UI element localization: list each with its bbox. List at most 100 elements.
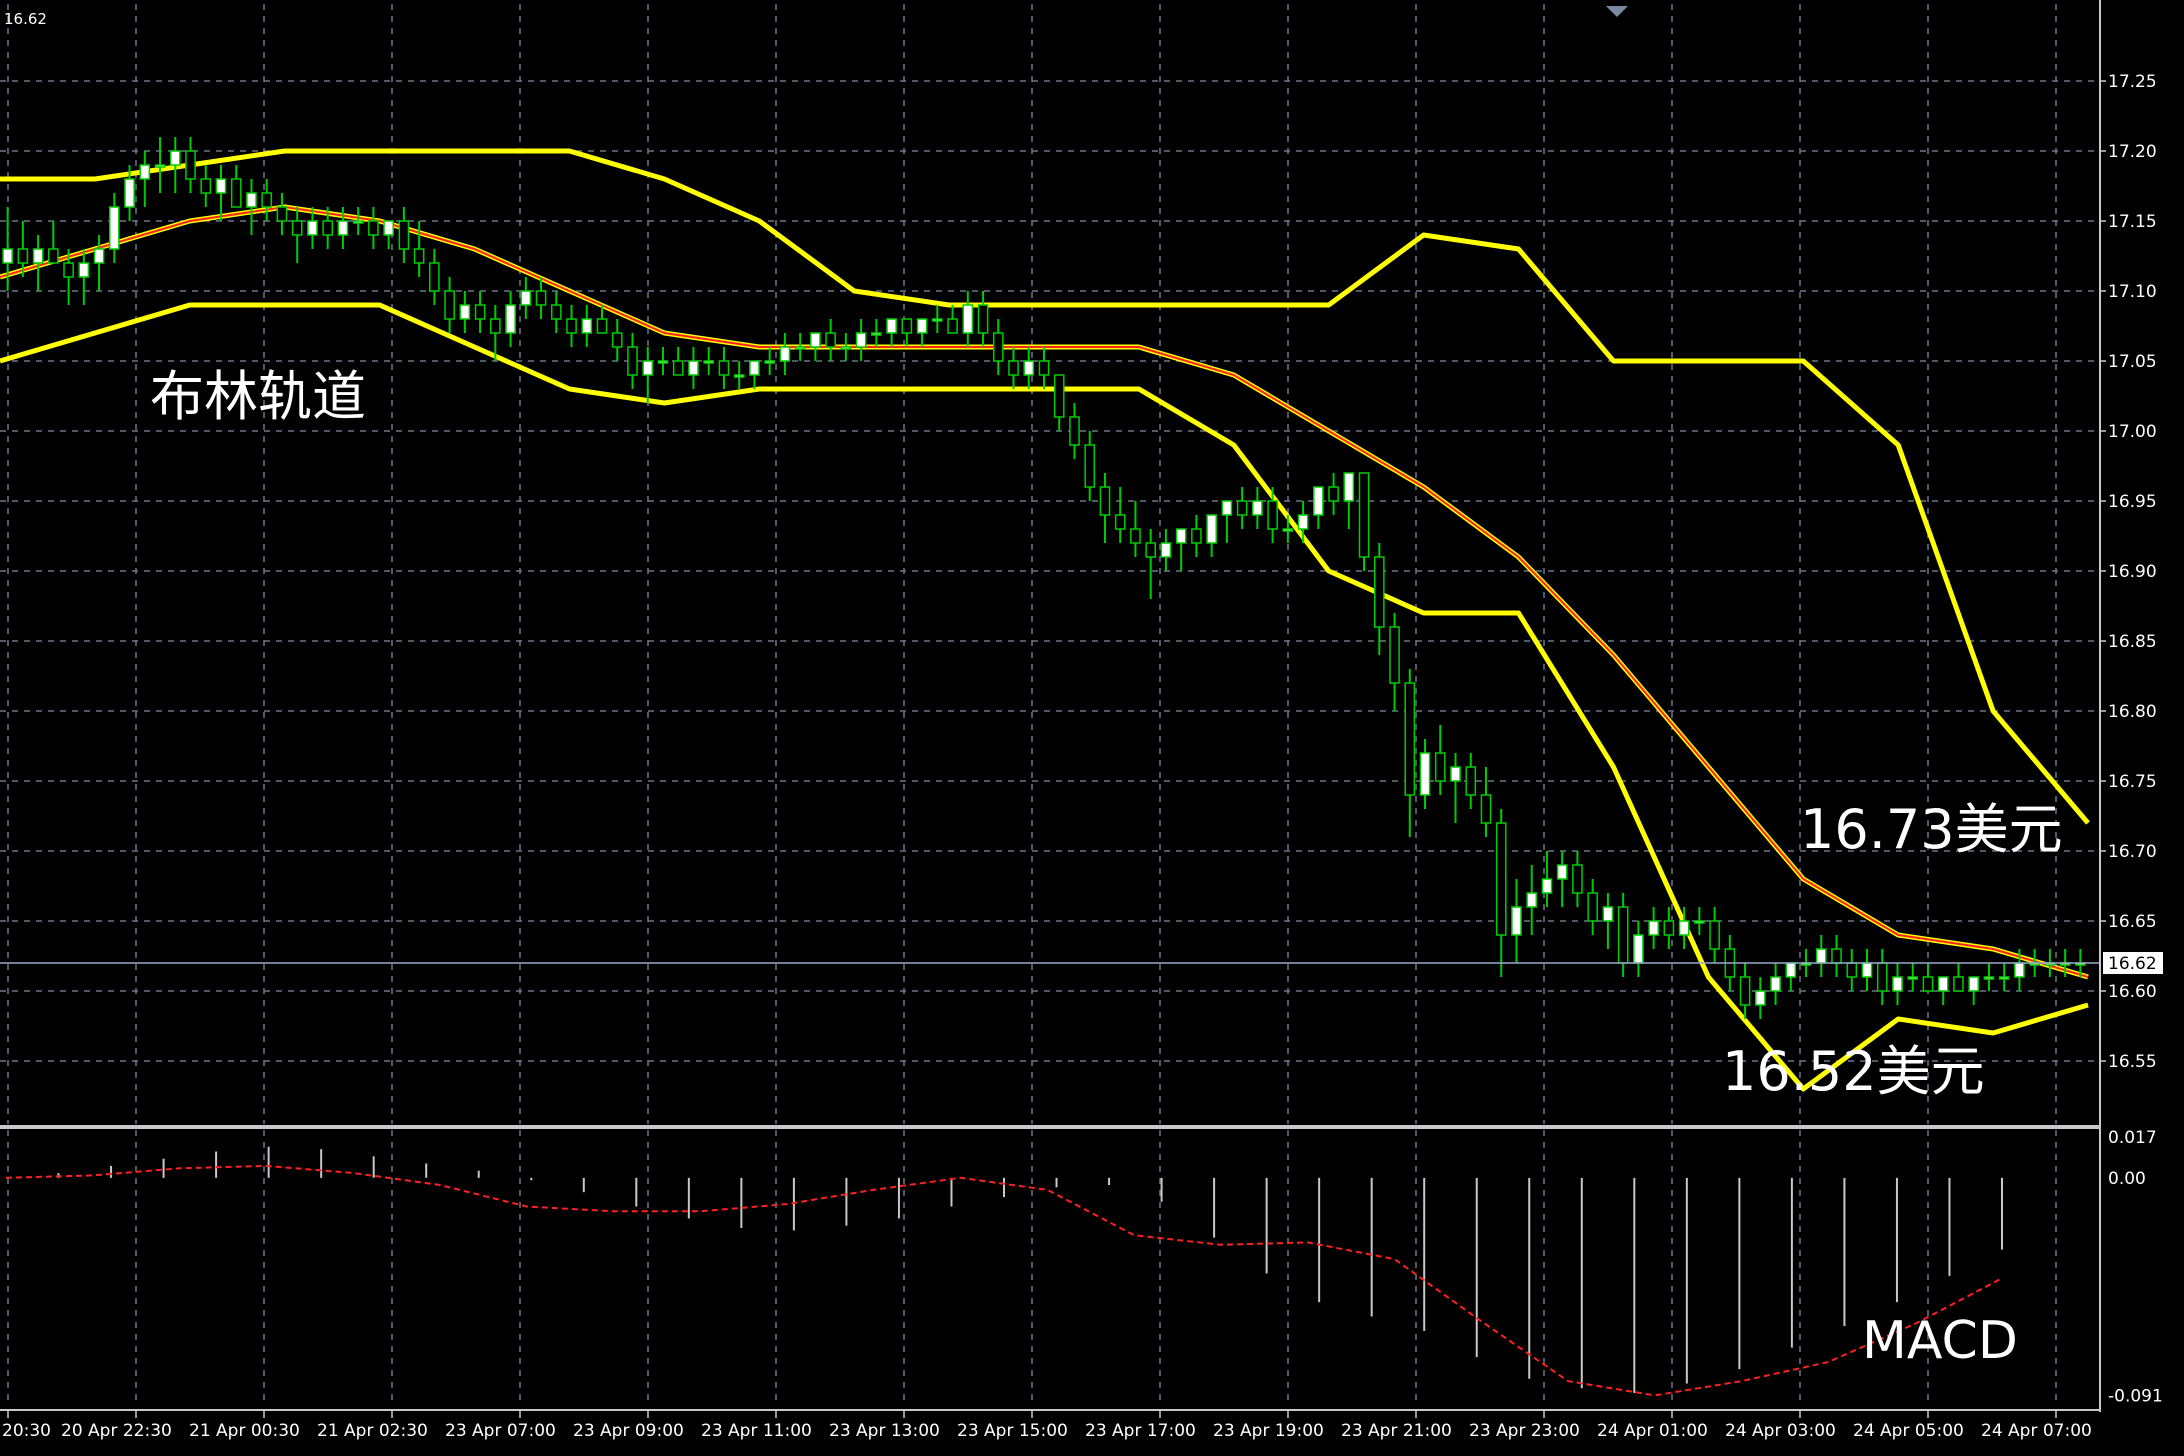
- candle-body: [1998, 976, 2010, 980]
- price-tick-label: 17.15: [2108, 212, 2157, 232]
- candle-body: [1511, 906, 1522, 936]
- time-tick-label: 24 Apr 01:00: [1597, 1421, 1708, 1441]
- candle-body: [1648, 920, 1659, 936]
- candle-body: [1419, 752, 1431, 796]
- candle-body: [749, 360, 760, 376]
- candle-body: [1907, 976, 1919, 980]
- price-tick-label: 16.95: [2108, 492, 2157, 512]
- time-tick-label: 23 Apr 15:00: [957, 1421, 1068, 1441]
- candle-body: [1922, 976, 1934, 992]
- candle-body: [1815, 948, 1827, 964]
- candle-body: [535, 290, 547, 306]
- macd-label: MACD: [1862, 1311, 2018, 1371]
- price-axis: 17.25 17.20 17.15 17.10 17.05 17.00 16.95 16.90…: [2100, 72, 2163, 1072]
- candle-body: [1770, 976, 1781, 992]
- time-tick-label: 23 Apr 07:00: [445, 1421, 556, 1441]
- candle-body: [276, 206, 288, 222]
- candle-body: [886, 318, 897, 334]
- candle-body: [794, 346, 806, 350]
- price-tick-label: 16.65: [2108, 912, 2157, 932]
- candle-body: [1358, 472, 1370, 558]
- time-tick-label: 23 Apr 11:00: [701, 1421, 812, 1441]
- price-tick-label: 16.85: [2108, 632, 2157, 652]
- chart-window: 17.25 17.20 17.15 17.10 17.05 17.00 16.95 16.90…: [0, 0, 2184, 1452]
- macd-tick-label: 0.017: [2108, 1128, 2157, 1148]
- macd-tick-label: 0.00: [2108, 1169, 2146, 1189]
- candle-body: [947, 318, 958, 334]
- price-tick-label: 16.60: [2108, 982, 2157, 1002]
- candle-body: [611, 332, 623, 348]
- candle-body: [246, 192, 257, 208]
- candle-body: [931, 318, 943, 322]
- time-tick-label: 21 Apr 00:30: [189, 1421, 300, 1441]
- price-tick-label: 17.00: [2108, 422, 2157, 442]
- candle-body: [977, 304, 989, 334]
- candle-body: [1130, 528, 1141, 544]
- candle-body: [261, 192, 273, 208]
- time-tick-label: 23 Apr 17:00: [1085, 1421, 1196, 1441]
- candle-body: [1328, 486, 1339, 502]
- candle-body: [413, 248, 425, 264]
- candle-body: [1876, 962, 1888, 992]
- candle-body: [1937, 976, 1949, 992]
- candle-body: [2, 248, 13, 264]
- candle-body: [1038, 360, 1050, 376]
- time-tick-label: 24 Apr 03:00: [1725, 1421, 1836, 1441]
- candle-body: [2014, 962, 2025, 978]
- candle-body: [825, 332, 836, 348]
- candle-body: [1892, 976, 1903, 992]
- candle-body: [1160, 542, 1172, 558]
- candle-body: [63, 262, 74, 278]
- price-tick-label: 17.05: [2108, 352, 2157, 372]
- time-tick-label: 23 Apr 13:00: [829, 1421, 940, 1441]
- candle-body: [992, 332, 1004, 362]
- candle-body: [459, 304, 471, 320]
- candle-body: [1709, 920, 1720, 950]
- candle-body: [855, 332, 867, 348]
- price-tick-label: 16.80: [2108, 702, 2157, 722]
- candle-body: [1831, 948, 1842, 964]
- candle-body: [627, 346, 638, 376]
- price-tick-label: 17.20: [2108, 142, 2157, 162]
- time-tick-label: 24 Apr 05:00: [1853, 1421, 1964, 1441]
- price-tick-label: 17.25: [2108, 72, 2157, 92]
- candle-body: [48, 248, 59, 264]
- candle-body: [840, 346, 852, 350]
- candle-body: [429, 262, 440, 292]
- candle-body: [916, 318, 928, 334]
- candle-body: [1434, 752, 1446, 782]
- candle-body: [169, 150, 181, 166]
- time-tick-label: 23 Apr 21:00: [1341, 1421, 1452, 1441]
- candle-body: [1633, 934, 1644, 964]
- current-price-label: 16.62: [2108, 954, 2157, 974]
- candle-body: [154, 164, 166, 168]
- candle-body: [398, 220, 410, 250]
- candle-body: [1114, 514, 1126, 530]
- candle-body: [703, 360, 715, 364]
- candle-body: [1983, 976, 1995, 980]
- candle-body: [1221, 500, 1233, 516]
- price-tick-label: 16.70: [2108, 842, 2157, 862]
- candle-body: [490, 318, 501, 334]
- candle-body: [124, 178, 135, 208]
- candle-body: [1526, 892, 1538, 908]
- candle-body: [185, 150, 196, 180]
- candle-body: [322, 220, 334, 236]
- candle-body: [1343, 472, 1355, 502]
- candle-body: [1236, 500, 1248, 516]
- candle-body: [368, 220, 379, 236]
- candle-body: [962, 304, 974, 334]
- candle-body: [352, 220, 364, 224]
- candle-body: [657, 360, 669, 364]
- time-tick-label: 23 Apr 09:00: [573, 1421, 684, 1441]
- candle-body: [871, 332, 882, 336]
- candle-body: [1694, 920, 1705, 924]
- candle-body: [1953, 976, 1964, 992]
- candle-body: [383, 220, 394, 236]
- price-tick-label: 16.90: [2108, 562, 2157, 582]
- candle-body: [337, 220, 349, 236]
- price-tick-label: 17.10: [2108, 282, 2157, 302]
- candle-body: [1389, 626, 1400, 684]
- macd-tick-label: -0.091: [2108, 1386, 2163, 1406]
- candle-body: [1282, 528, 1294, 532]
